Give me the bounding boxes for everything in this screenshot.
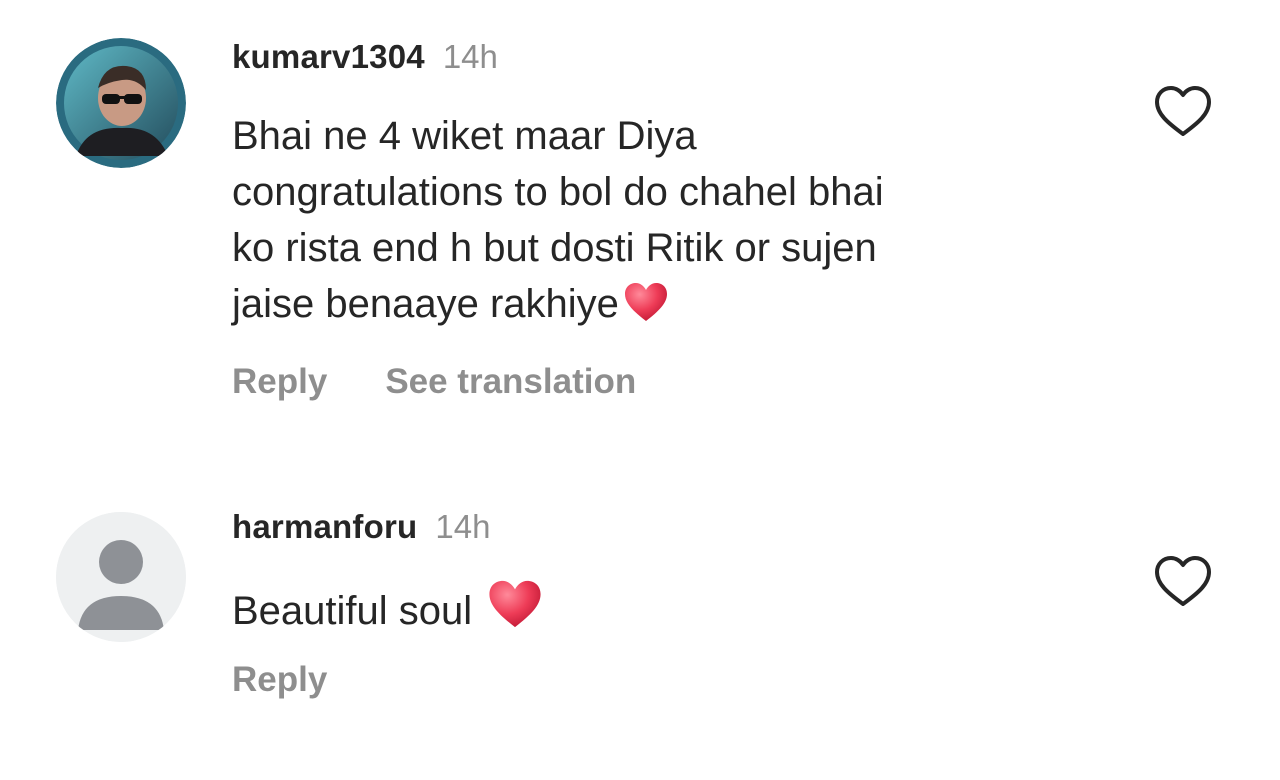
see-translation-button[interactable]: See translation — [385, 362, 636, 402]
avatar[interactable] — [56, 38, 186, 168]
username[interactable]: harmanforu — [232, 508, 417, 546]
reply-button[interactable]: Reply — [232, 660, 327, 700]
reply-button[interactable]: Reply — [232, 362, 327, 402]
comment-item: harmanforu 14h Beautiful soul Reply — [0, 500, 1280, 780]
comment-text-line: Beautiful soul — [232, 589, 484, 633]
comment-text-line: jaise benaaye rakhiye — [232, 282, 619, 326]
comment-text-line: ko rista end h but dosti Ritik or sujen — [232, 226, 877, 270]
red-heart-emoji-icon — [487, 578, 543, 645]
comment-actions: Reply — [232, 660, 327, 700]
avatar[interactable] — [56, 512, 186, 642]
red-heart-emoji-icon — [623, 281, 669, 338]
comment-text: Beautiful soul — [232, 578, 1112, 645]
username[interactable]: kumarv1304 — [232, 38, 425, 76]
profile-photo-icon — [56, 38, 186, 168]
timestamp: 14h — [442, 38, 498, 75]
comment-header: harmanforu 14h — [232, 508, 490, 546]
like-button[interactable] — [1152, 84, 1214, 140]
default-avatar-icon — [56, 512, 186, 642]
comment-text-line: Bhai ne 4 wiket maar Diya — [232, 114, 697, 158]
heart-outline-icon — [1155, 556, 1211, 606]
comment-header: kumarv1304 14h — [232, 38, 498, 76]
like-button[interactable] — [1152, 554, 1214, 610]
comment-text-line: congratulations to bol do chahel bhai — [232, 170, 884, 214]
comment-actions: Reply See translation — [232, 362, 636, 402]
timestamp: 14h — [435, 508, 491, 545]
heart-outline-icon — [1155, 86, 1211, 136]
comment-text: Bhai ne 4 wiket maar Diya congratulation… — [232, 108, 1112, 338]
comment-item: kumarv1304 14h Bhai ne 4 wiket maar Diya… — [0, 0, 1280, 440]
